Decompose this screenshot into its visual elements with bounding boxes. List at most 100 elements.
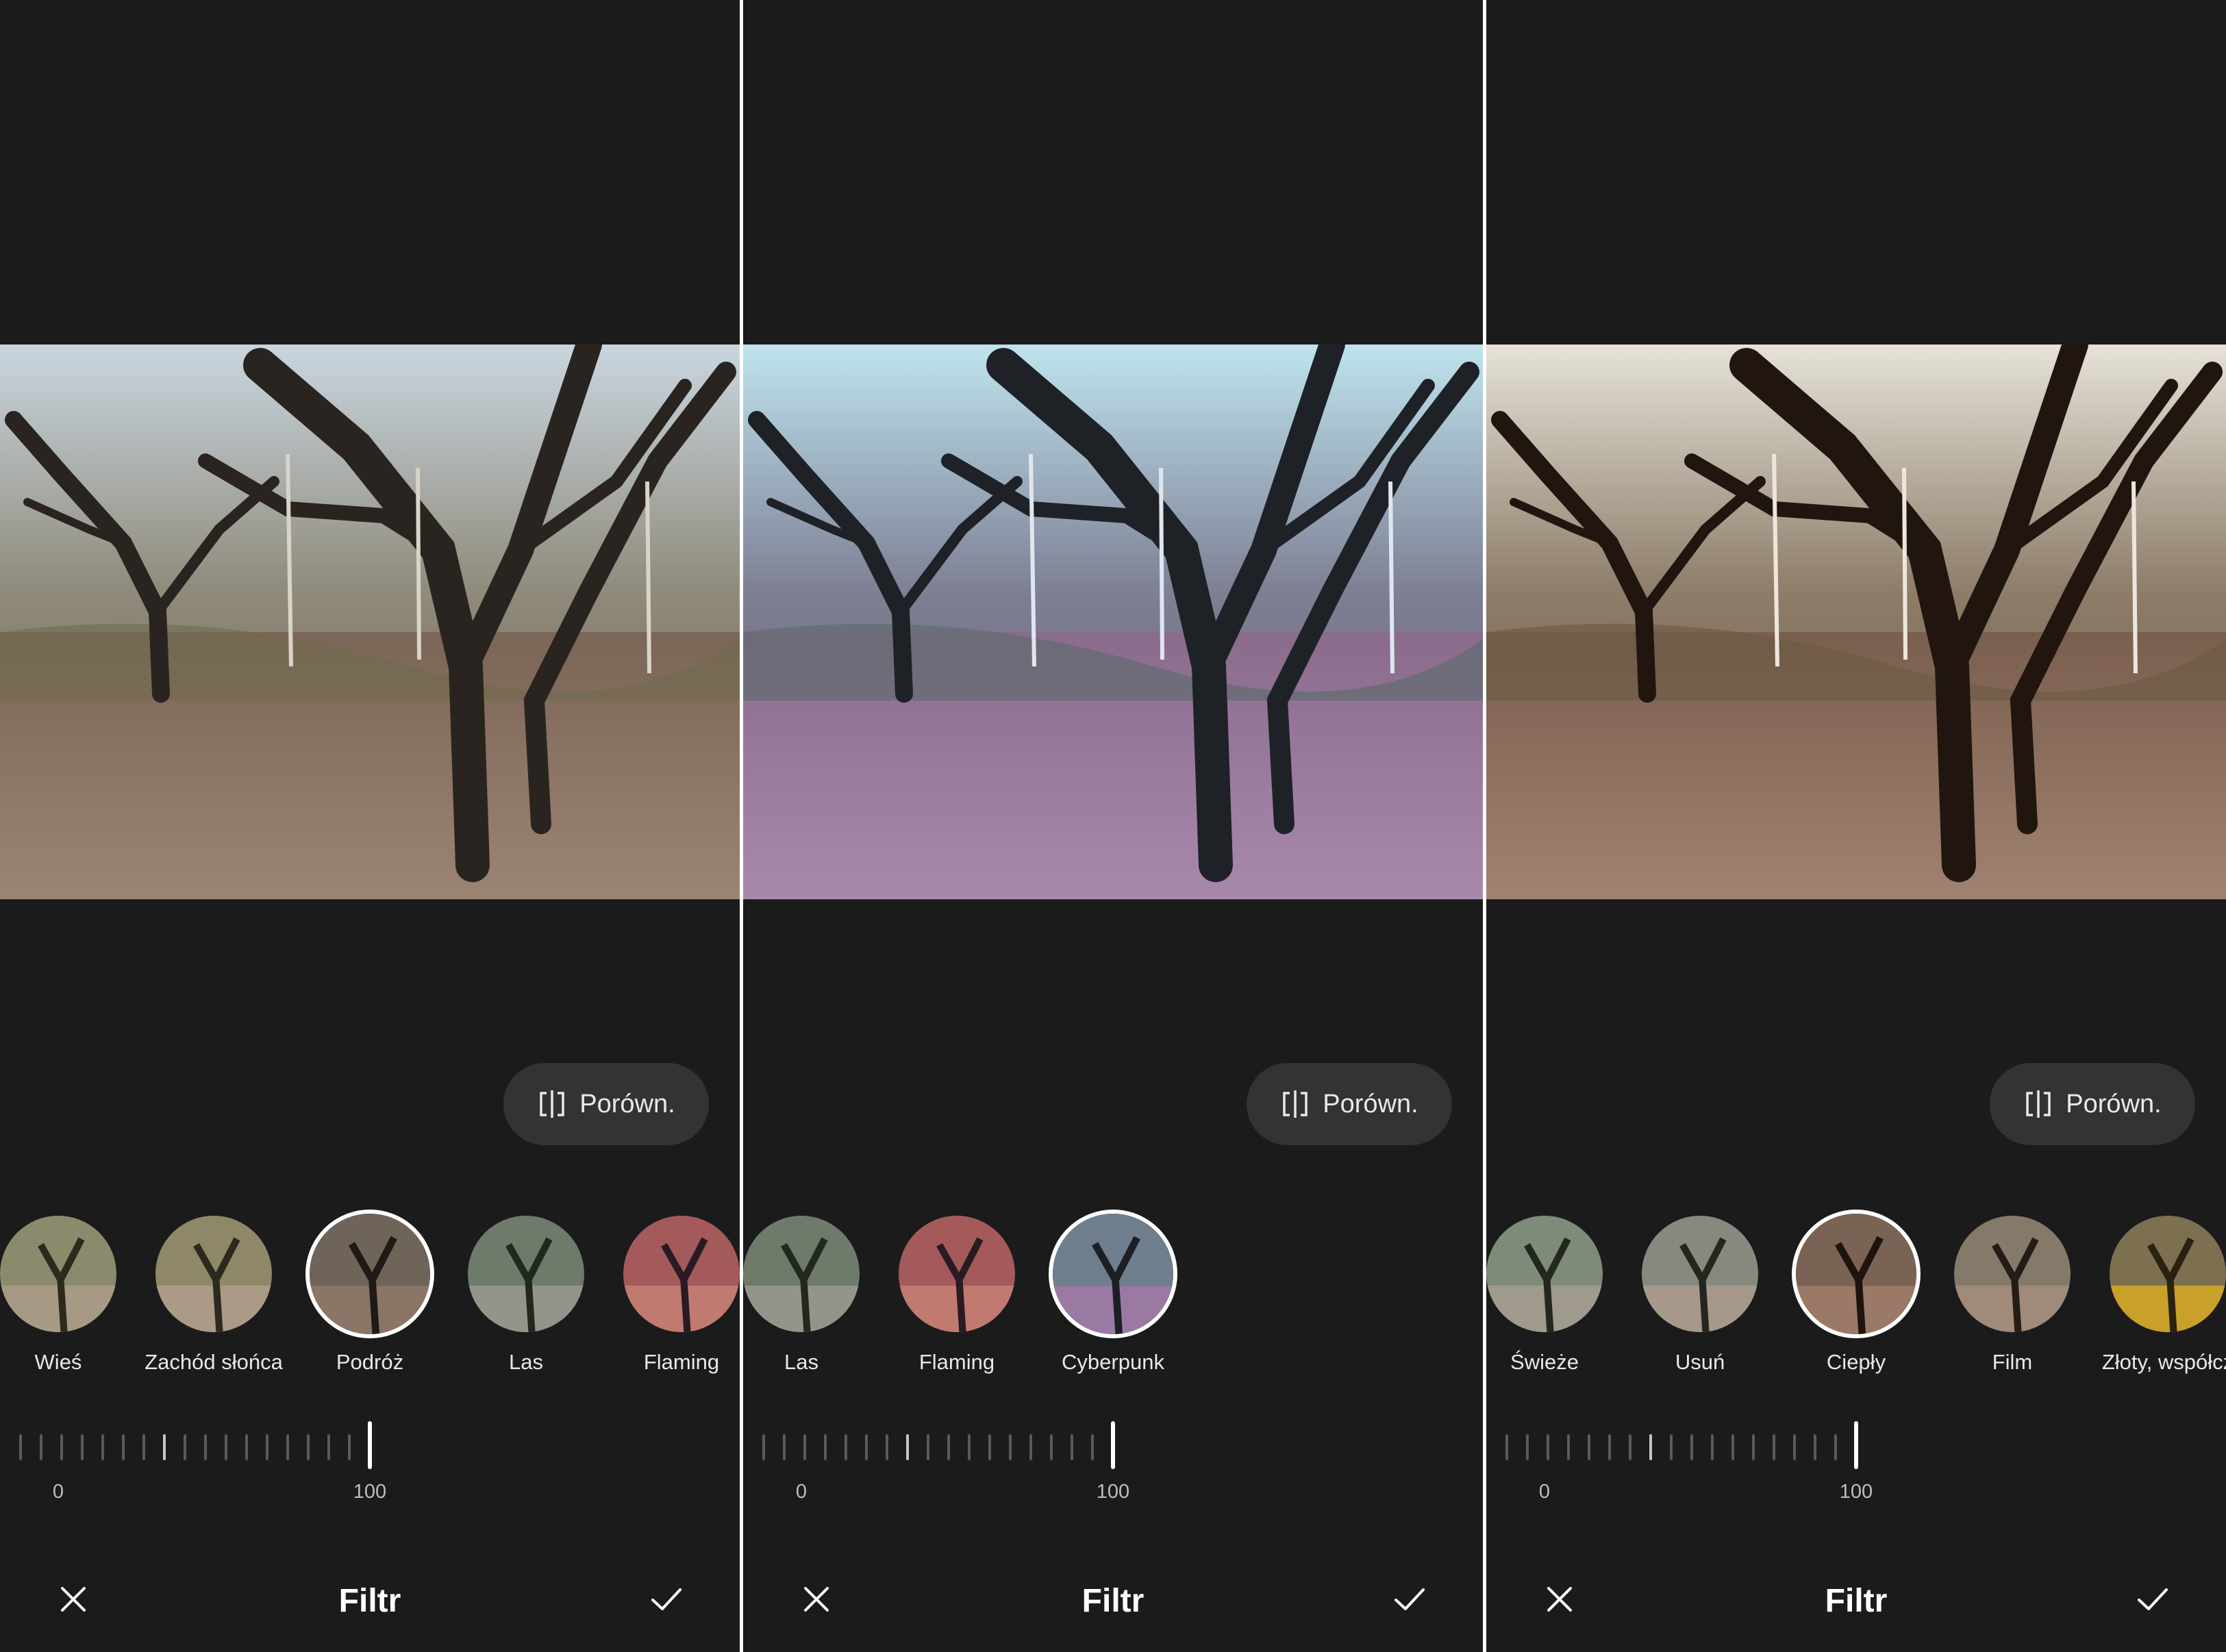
slider-tick (1834, 1434, 1837, 1460)
filter-label: Las (784, 1350, 818, 1374)
filter-zachod-slonca[interactable]: Zachód słońca (132, 1216, 296, 1375)
slider-tick (927, 1434, 929, 1460)
filter-flaming[interactable]: Flaming (599, 1216, 740, 1375)
filter-label: Ciepły (1826, 1350, 1886, 1374)
filter-thumbnail-selected (1049, 1210, 1177, 1338)
slider-tick (184, 1434, 186, 1460)
slider-tick (245, 1434, 248, 1460)
confirm-button[interactable] (2129, 1575, 2177, 1623)
bottom-bar: Filtr (0, 1555, 740, 1652)
filter-las[interactable]: Las (743, 1216, 884, 1375)
filter-thumbnail (1642, 1216, 1758, 1332)
slider-min-label: 0 (52, 1481, 64, 1503)
filter-label: Złoty, współcz (2101, 1350, 2226, 1374)
filter-wies[interactable]: Wieś (0, 1216, 140, 1375)
filter-cyberpunk[interactable]: Cyberpunk (1031, 1210, 1195, 1375)
compare-icon (2026, 1090, 2051, 1118)
compare-button[interactable]: Porówn. (503, 1063, 709, 1145)
slider-tick (1752, 1434, 1755, 1460)
slider-tick (19, 1434, 22, 1460)
slider-max-label: 100 (353, 1481, 387, 1503)
intensity-slider[interactable]: 0 100 (1486, 1418, 2226, 1514)
filter-label: Świeże (1510, 1350, 1579, 1374)
slider-tick (968, 1434, 971, 1460)
filter-thumbnail (0, 1216, 116, 1332)
filter-label: Flaming (643, 1350, 720, 1374)
slider-tick (101, 1434, 104, 1460)
slider-handle[interactable] (1111, 1421, 1115, 1469)
slider-tick (762, 1434, 765, 1460)
photo-preview (743, 345, 1483, 899)
filter-strip: Świeże Usuń Ciepły Film Złoty, współcz (1486, 1210, 2226, 1394)
slider-tick (865, 1434, 868, 1460)
slider-tick (886, 1434, 888, 1460)
filter-swieze[interactable]: Świeże (1486, 1216, 1627, 1375)
compare-label: Porówn. (2066, 1089, 2162, 1118)
slider-max-label: 100 (1839, 1481, 1873, 1503)
compare-label: Porówn. (579, 1089, 675, 1118)
filter-film[interactable]: Film (1930, 1216, 2094, 1375)
slider-tick (1814, 1434, 1816, 1460)
filter-cieply[interactable]: Ciepły (1774, 1210, 1938, 1375)
slider-tick (845, 1434, 847, 1460)
slider-tick-midpoint (1649, 1434, 1652, 1460)
slider-handle[interactable] (1854, 1421, 1858, 1469)
slider-tick (204, 1434, 207, 1460)
slider-tick (1588, 1434, 1590, 1460)
filter-podroz[interactable]: Podróż (288, 1210, 452, 1375)
slider-tick (60, 1434, 63, 1460)
intensity-slider[interactable]: 0 100 (0, 1418, 740, 1514)
slider-tick (142, 1434, 145, 1460)
intensity-slider[interactable]: 0 100 (743, 1418, 1483, 1514)
editor-panel-2: Porówn. Las Flaming Cyberpunk 0 100 Filt… (743, 0, 1483, 1652)
slider-min-label: 0 (1538, 1481, 1551, 1503)
slider-tick-midpoint (163, 1434, 166, 1460)
slider-tick (947, 1434, 950, 1460)
check-icon (1395, 1588, 1425, 1610)
slider-tick (1091, 1434, 1094, 1460)
slider-tick-midpoint (906, 1434, 909, 1460)
slider-tick (40, 1434, 42, 1460)
filter-label: Cyberpunk (1062, 1350, 1164, 1374)
compare-icon (540, 1090, 565, 1118)
filter-las[interactable]: Las (444, 1216, 608, 1375)
filter-thumbnail (899, 1216, 1015, 1332)
slider-handle[interactable] (368, 1421, 372, 1469)
screen-title: Filtr (1825, 1583, 1888, 1619)
slider-tick (81, 1434, 84, 1460)
slider-tick (1731, 1434, 1734, 1460)
slider-tick (783, 1434, 786, 1460)
filter-strip: Wieś Zachód słońca Podróż Las Flaming (0, 1210, 740, 1394)
filter-label: Usuń (1675, 1350, 1725, 1374)
compare-label: Porówn. (1323, 1089, 1418, 1118)
slider-tick (1773, 1434, 1775, 1460)
slider-tick (824, 1434, 827, 1460)
slider-tick (1711, 1434, 1714, 1460)
compare-icon (1283, 1090, 1308, 1118)
filter-label: Film (1992, 1350, 2033, 1374)
filter-thumbnail (1954, 1216, 2071, 1332)
slider-tick (1009, 1434, 1012, 1460)
compare-button[interactable]: Porówn. (1990, 1063, 2195, 1145)
slider-tick (1526, 1434, 1529, 1460)
confirm-button[interactable] (1386, 1575, 1434, 1623)
filter-zloty-wspolczesny[interactable]: Złoty, współcz (2086, 1216, 2226, 1375)
slider-tick (1547, 1434, 1549, 1460)
slider-tick (1505, 1434, 1508, 1460)
editor-panel-1: Porówn. Wieś Zachód słońca Podróż Las Fl… (0, 0, 740, 1652)
filter-flaming[interactable]: Flaming (875, 1216, 1039, 1375)
slider-tick (1793, 1434, 1796, 1460)
filter-thumbnail-selected (1792, 1210, 1921, 1338)
photo-preview (0, 345, 740, 899)
slider-tick (1029, 1434, 1032, 1460)
filter-strip: Las Flaming Cyberpunk (743, 1210, 1483, 1394)
filter-label: Podróż (336, 1350, 404, 1374)
filter-thumbnail (1486, 1216, 1603, 1332)
compare-button[interactable]: Porówn. (1247, 1063, 1452, 1145)
filter-thumbnail-selected (305, 1210, 434, 1338)
slider-tick (266, 1434, 268, 1460)
filter-usun[interactable]: Usuń (1618, 1216, 1782, 1375)
slider-tick (803, 1434, 806, 1460)
confirm-button[interactable] (642, 1575, 690, 1623)
screen-title: Filtr (338, 1583, 401, 1619)
